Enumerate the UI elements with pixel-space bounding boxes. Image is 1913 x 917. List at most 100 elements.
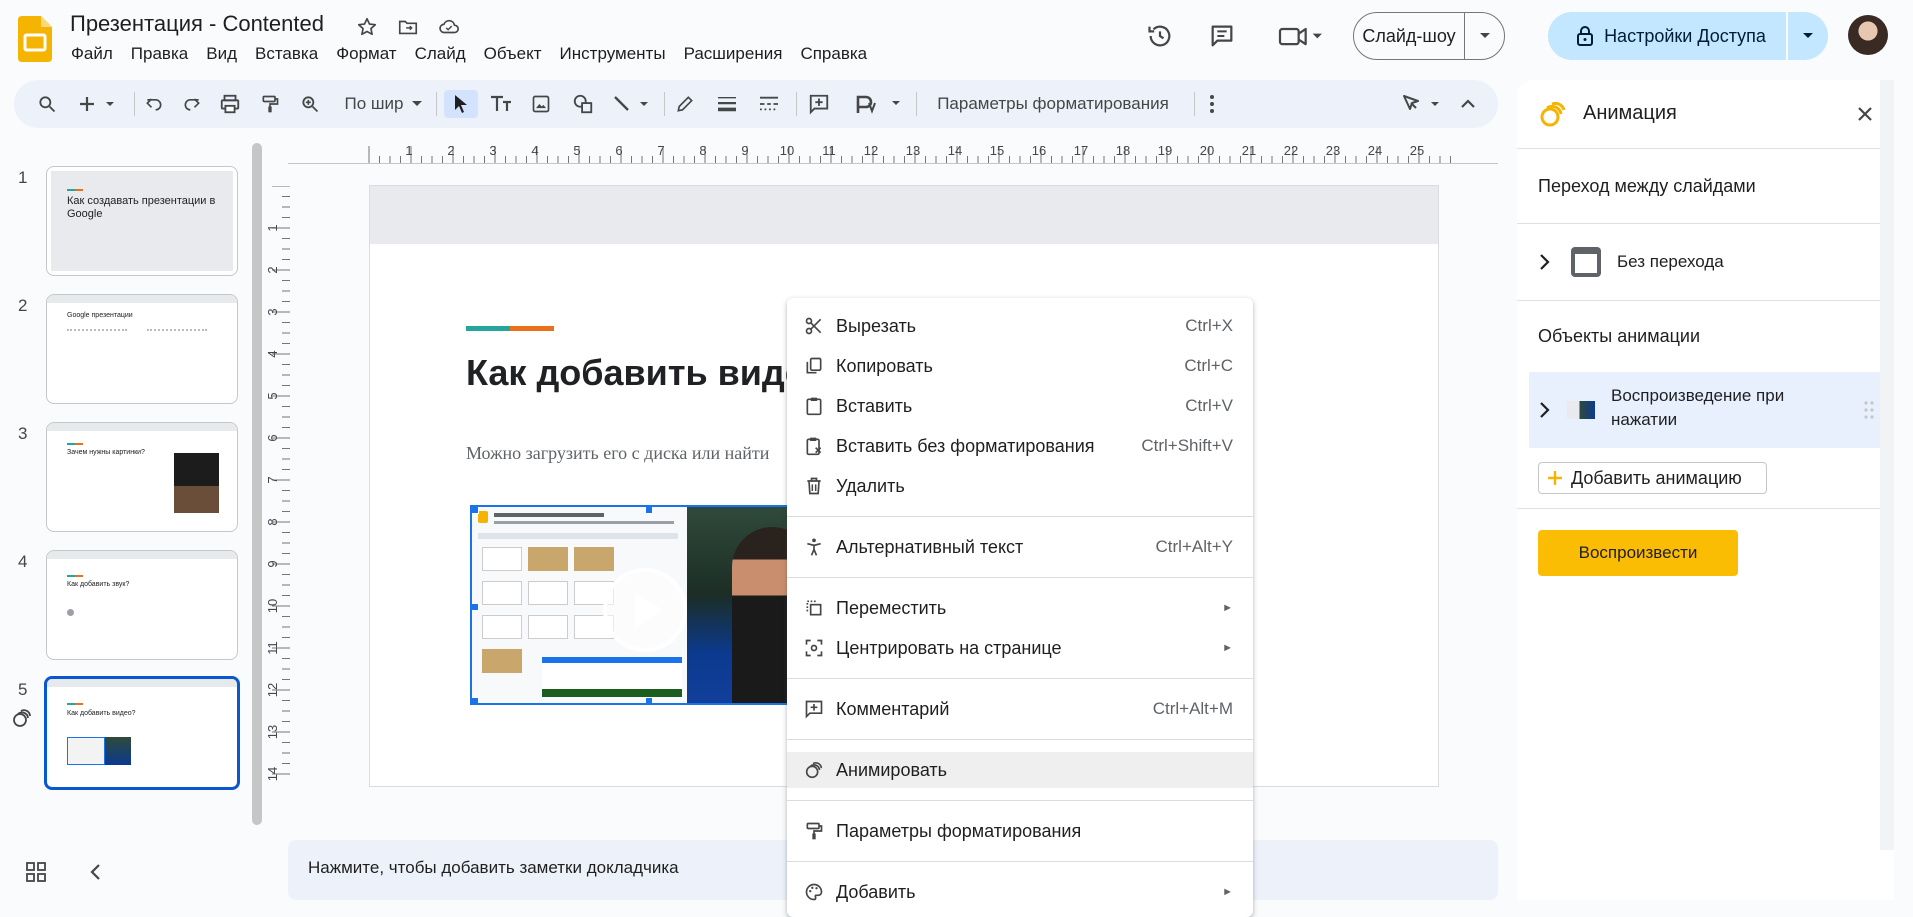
slide-thumbnail-4[interactable]: Как добавить звук? — [46, 550, 238, 660]
menu-file[interactable]: Файл — [62, 42, 122, 66]
menu-insert[interactable]: Вставка — [246, 42, 327, 66]
zoom-select[interactable]: По шир — [336, 90, 430, 118]
menu-item-comment[interactable]: Комментарий Ctrl+Alt+M — [787, 691, 1253, 727]
shape-icon[interactable] — [568, 90, 598, 118]
menu-item-label: Копировать — [836, 355, 933, 376]
new-slide-icon[interactable] — [74, 90, 122, 118]
slide-header-band — [370, 186, 1438, 244]
panel-scrollbar[interactable] — [1880, 80, 1894, 850]
menu-item-center[interactable]: Центрировать на странице ► — [787, 630, 1253, 666]
slideshow-dropdown-icon[interactable] — [1464, 13, 1504, 59]
search-menus-icon[interactable] — [32, 90, 62, 118]
zoom-icon[interactable] — [296, 90, 324, 118]
menu-item-copy[interactable]: Копировать Ctrl+C — [787, 348, 1253, 384]
close-icon[interactable] — [1855, 104, 1875, 124]
grid-view-icon[interactable] — [26, 862, 46, 882]
input-tools-icon[interactable] — [850, 90, 910, 118]
star-icon[interactable] — [354, 14, 380, 40]
menu-item-delete[interactable]: Удалить — [787, 468, 1253, 504]
menu-object[interactable]: Объект — [475, 42, 551, 66]
slide-thumbnail-3[interactable]: Зачем нужны картинки? — [46, 422, 238, 532]
slideshow-button[interactable]: Слайд-шоу — [1353, 12, 1505, 60]
history-icon[interactable] — [1140, 16, 1180, 56]
transition-item[interactable]: Без перехода — [1529, 224, 1894, 300]
menu-item-label: Комментарий — [836, 698, 950, 719]
border-weight-icon[interactable] — [712, 90, 742, 118]
resize-handle[interactable] — [472, 507, 479, 514]
menu-view[interactable]: Вид — [197, 42, 246, 66]
editing-mode-icon[interactable] — [1398, 90, 1448, 118]
pen-icon[interactable] — [670, 90, 700, 118]
menu-item-shortcut: Ctrl+Alt+Y — [1155, 537, 1233, 556]
ruler-label: 12 — [864, 143, 878, 158]
collapse-filmstrip-icon[interactable] — [88, 862, 102, 882]
ruler-label: 10 — [268, 599, 280, 613]
video-call-icon[interactable] — [1270, 16, 1332, 56]
share-dropdown-icon[interactable] — [1786, 12, 1828, 60]
filmstrip: 1 Как создавать презентации в Google 2 G… — [0, 150, 260, 830]
menu-item-animate[interactable]: Анимировать — [787, 752, 1253, 788]
animation-panel: Анимация Переход между слайдами Без пере… — [1517, 80, 1894, 900]
slide-number: 1 — [18, 168, 28, 187]
cloud-saved-icon[interactable] — [436, 14, 462, 40]
comments-icon[interactable] — [1202, 16, 1242, 56]
share-label: Настройки Доступа — [1604, 25, 1766, 46]
paint-format-icon — [801, 818, 827, 844]
ruler-label: 18 — [1116, 143, 1130, 158]
menu-slide[interactable]: Слайд — [406, 42, 475, 66]
menu-item-format-options[interactable]: Параметры форматирования — [787, 813, 1253, 849]
menu-item-add[interactable]: Добавить ► — [787, 874, 1253, 910]
menu-item-label: Анимировать — [836, 759, 948, 780]
move-folder-icon[interactable] — [395, 14, 421, 40]
slide-title[interactable]: Как добавить виде — [466, 352, 805, 394]
menu-format[interactable]: Формат — [327, 42, 405, 66]
border-dash-icon[interactable] — [754, 90, 784, 118]
redo-icon[interactable] — [178, 90, 206, 118]
print-icon[interactable] — [216, 90, 244, 118]
slides-logo-icon[interactable] — [18, 16, 52, 62]
copy-icon — [801, 353, 827, 379]
insert-image-icon[interactable] — [526, 90, 556, 118]
ruler-label: 11 — [268, 641, 280, 655]
add-animation-button[interactable]: Добавить анимацию — [1538, 462, 1767, 494]
play-video-icon[interactable] — [602, 567, 688, 653]
ruler-label: 7 — [657, 143, 664, 158]
play-animation-button[interactable]: Воспроизвести — [1538, 530, 1738, 576]
animation-item[interactable]: Воспроизведение при нажатии — [1529, 372, 1894, 448]
more-options-icon[interactable] — [1200, 90, 1224, 118]
paint-format-icon[interactable] — [256, 90, 284, 118]
resize-handle[interactable] — [645, 697, 653, 703]
collapse-menus-icon[interactable] — [1454, 90, 1482, 118]
slide-thumbnail-2[interactable]: Google презентации — [46, 294, 238, 404]
menu-tools[interactable]: Инструменты — [551, 42, 675, 66]
ruler-label: 9 — [268, 560, 280, 567]
menu-item-alt-text[interactable]: Альтернативный текст Ctrl+Alt+Y — [787, 529, 1253, 565]
menu-item-paste-plain[interactable]: Вставить без форматирования Ctrl+Shift+V — [787, 428, 1253, 464]
slide-body-text[interactable]: Можно загрузить его с диска или найти — [466, 443, 769, 464]
share-button[interactable]: Настройки Доступа — [1548, 12, 1828, 60]
add-comment-icon[interactable] — [804, 90, 834, 118]
lock-icon — [1576, 25, 1594, 47]
menu-item-label: Вставить — [836, 395, 913, 416]
slide-number: 2 — [18, 296, 28, 315]
avatar[interactable] — [1848, 15, 1888, 55]
text-box-icon[interactable] — [486, 90, 516, 118]
format-options-button[interactable]: Параметры форматирования — [920, 90, 1186, 118]
document-title[interactable]: Презентация - Contented — [70, 11, 324, 37]
undo-icon[interactable] — [140, 90, 168, 118]
resize-handle[interactable] — [472, 697, 479, 703]
slide-thumbnail-1[interactable]: Как создавать презентации в Google — [46, 166, 238, 276]
menu-extensions[interactable]: Расширения — [675, 42, 792, 66]
line-tool-icon[interactable] — [608, 90, 656, 118]
slide-thumbnail-5[interactable]: Как добавить видео? — [44, 676, 240, 790]
menu-item-move[interactable]: Переместить ► — [787, 590, 1253, 626]
select-tool-icon[interactable] — [444, 90, 478, 118]
add-animation-label: Добавить анимацию — [1571, 467, 1742, 488]
menu-edit[interactable]: Правка — [122, 42, 197, 66]
filmstrip-scrollbar[interactable] — [252, 143, 262, 825]
resize-handle[interactable] — [472, 603, 479, 611]
resize-handle[interactable] — [645, 507, 653, 514]
menu-help[interactable]: Справка — [791, 42, 876, 66]
menu-item-cut[interactable]: Вырезать Ctrl+X — [787, 308, 1253, 344]
menu-item-paste[interactable]: Вставить Ctrl+V — [787, 388, 1253, 424]
